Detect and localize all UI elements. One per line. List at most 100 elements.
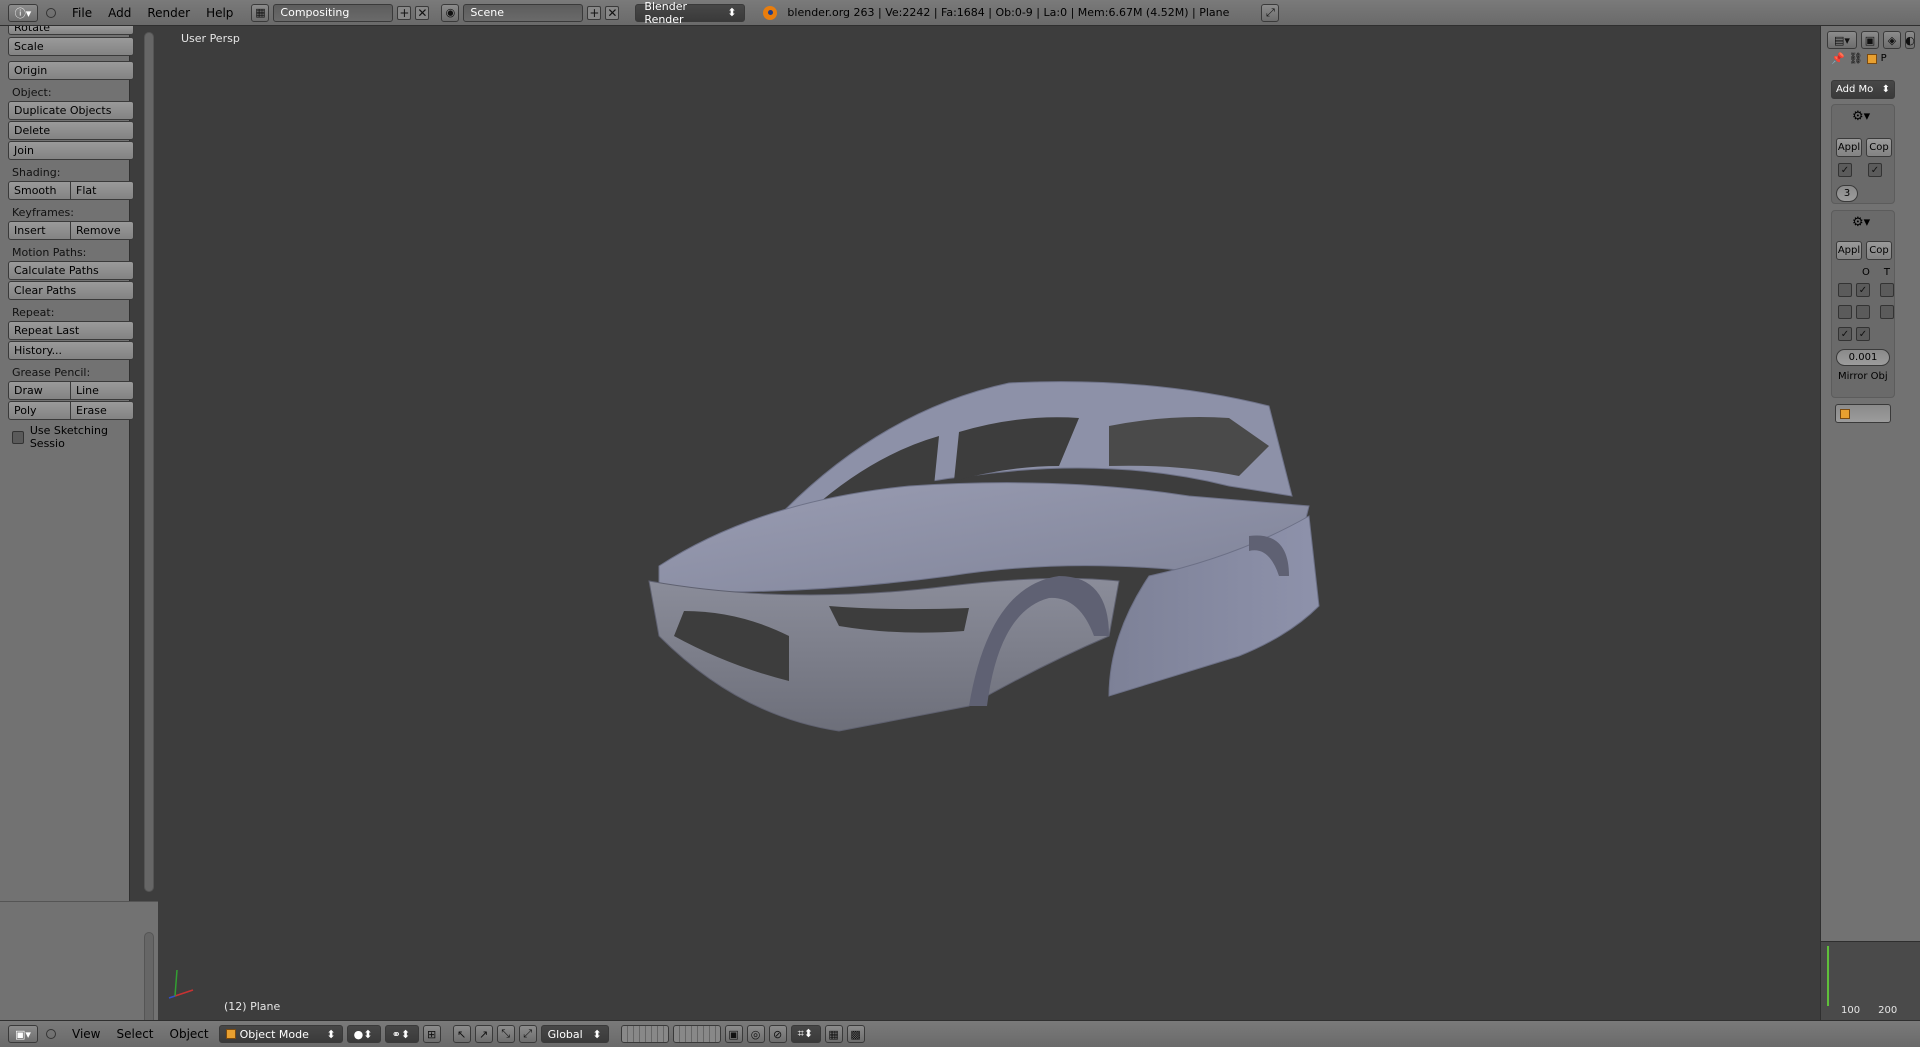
mirror-y-option[interactable] [1856,305,1870,319]
apply-modifier-1-button[interactable]: Appl [1836,138,1862,157]
proportional-edit-icon[interactable]: ◎ [746,1025,765,1043]
editor-type-icon[interactable]: ⓘ▾ [8,3,38,22]
mirror-x-axis[interactable] [1838,283,1852,297]
scene-layers-1[interactable] [620,1025,669,1043]
subdivision-levels-field[interactable]: 3 [1836,185,1858,202]
mirror-object-cube-icon [1840,408,1850,419]
snap-element-select[interactable]: ⌗⬍ [790,1025,821,1043]
scale-manipulator-icon[interactable]: ⤡ [496,1025,515,1043]
merge-limit-field[interactable]: 0.001 [1836,349,1890,366]
object-mode-icon [225,1029,236,1039]
3d-view-editor-type-icon[interactable]: ▣▾ [8,1025,38,1043]
smooth-button[interactable]: Smooth [8,181,71,200]
updown-icon: ⬍ [326,1027,336,1041]
translate-manipulator-icon[interactable]: ↖ [452,1025,471,1043]
scene-icon[interactable]: ◉ [441,3,460,22]
mirror-z-option[interactable]: ✓ [1856,327,1870,341]
flat-button[interactable]: Flat [71,181,134,200]
transform-orientation-select[interactable]: Global ⬍ [540,1025,609,1043]
scene-field[interactable]: Scene [463,3,584,22]
tool-shelf-scrollbar[interactable] [144,32,154,892]
props-editor-type-icon[interactable]: ▤▾ [1827,31,1857,49]
apply-modifier-2-button[interactable]: Appl [1836,241,1862,260]
shading-row: Smooth Flat [8,181,134,200]
copy-modifier-2-button[interactable]: Cop [1866,241,1892,260]
manipulator-toggle-icon[interactable]: ⊞ [422,1025,441,1043]
scale-button[interactable]: Scale [8,37,134,56]
duplicate-objects-button[interactable]: Duplicate Objects [8,101,134,120]
join-button[interactable]: Join [8,141,134,160]
sketching-session-toggle[interactable]: Use Sketching Sessio [8,424,134,450]
remove-keyframe-button[interactable]: Remove [71,221,134,240]
modifier-1-icon[interactable]: ⚙▾ [1852,109,1870,124]
mirror-axis-headers: O T [1862,267,1890,278]
keyframes-row: Insert Remove [8,221,134,240]
history-button[interactable]: History... [8,341,134,360]
delete-button[interactable]: Delete [8,121,134,140]
calculate-paths-button[interactable]: Calculate Paths [8,261,134,280]
modifier-2-icon[interactable]: ⚙▾ [1852,215,1870,230]
scene-layers-2[interactable] [672,1025,721,1043]
menu-object[interactable]: Object [164,1027,215,1041]
updown-icon: ⬍ [592,1027,602,1041]
grease-erase-button[interactable]: Erase [71,401,134,420]
add-modifier-row: Add Mo ⬍ [1831,80,1895,99]
menu-help[interactable]: Help [200,6,239,20]
timeline-editor[interactable]: 100 200 [1820,941,1920,1020]
interaction-mode-select[interactable]: Object Mode ⬍ [218,1025,343,1043]
modifier-1-check-a[interactable]: ✓ [1838,163,1852,177]
pivot-point-select[interactable]: ⚭⬍ [384,1025,419,1043]
render-engine-select[interactable]: Blender Render ⬍ [635,0,746,26]
collapse-menu-icon[interactable] [46,7,56,18]
3d-viewport[interactable]: User Persp (12) Plane [159,26,1820,1020]
screen-layout-field[interactable]: Compositing [273,3,394,22]
copy-modifier-1-button[interactable]: Cop [1866,138,1892,157]
mirror-x-option[interactable]: ✓ [1856,283,1870,297]
grease-line-button[interactable]: Line [71,381,134,400]
rotate-manipulator-icon[interactable]: ↗ [474,1025,493,1043]
render-tab-icon[interactable]: ▣ [1861,31,1879,49]
remove-scene-icon[interactable]: ✕ [605,5,620,20]
add-screen-icon[interactable]: + [397,5,412,20]
menu-view[interactable]: View [66,1027,106,1041]
render-anim-icon[interactable]: ▩ [846,1025,865,1043]
screen-layout-icon[interactable]: ▦ [251,3,270,22]
updown-icon: ⬍ [1881,84,1890,95]
add-modifier-button[interactable]: Add Mo ⬍ [1831,80,1895,99]
mirror-y-axis[interactable] [1838,305,1852,319]
repeat-last-button[interactable]: Repeat Last [8,321,134,340]
rotate-button[interactable]: Rotate [8,26,134,35]
grease-poly-button[interactable]: Poly [8,401,71,420]
world-tab-icon[interactable]: ◐ [1905,31,1915,49]
lock-layers-icon[interactable]: ▣ [724,1025,743,1043]
pin-icon[interactable]: 📌 [1831,52,1845,65]
render-opengl-icon[interactable]: ▦ [824,1025,843,1043]
operator-panel [0,901,158,1021]
remove-screen-icon[interactable]: ✕ [415,5,430,20]
clear-paths-button[interactable]: Clear Paths [8,281,134,300]
mirror-z-axis[interactable]: ✓ [1838,327,1852,341]
car-body-mesh[interactable] [589,336,1349,836]
grease-draw-button[interactable]: Draw [8,381,71,400]
fullscreen-icon[interactable]: ⤢ [1261,3,1280,22]
menu-select[interactable]: Select [110,1027,159,1041]
origin-button[interactable]: Origin [8,61,134,80]
mirror-object-field[interactable] [1835,404,1891,423]
sketching-checkbox[interactable] [12,430,24,444]
menu-render[interactable]: Render [141,6,196,20]
add-modifier-label: Add Mo [1836,84,1874,95]
collapse-menu-icon[interactable] [46,1029,56,1039]
modifier-1-check-b[interactable]: ✓ [1868,163,1882,177]
menu-file[interactable]: File [66,6,98,20]
mirror-y-texture[interactable] [1880,305,1894,319]
viewport-shading-select[interactable]: ●⬍ [346,1025,381,1043]
mirror-row-2 [1838,305,1894,319]
add-scene-icon[interactable]: + [587,5,602,20]
scene-tab-icon[interactable]: ◈ [1883,31,1901,49]
current-frame-indicator[interactable] [1827,946,1829,1006]
menu-add[interactable]: Add [102,6,137,20]
scale-manipulator-2-icon[interactable]: ⤢ [518,1025,537,1043]
snap-toggle-icon[interactable]: ⊘ [768,1025,787,1043]
mirror-x-texture[interactable] [1880,283,1894,297]
insert-keyframe-button[interactable]: Insert [8,221,71,240]
